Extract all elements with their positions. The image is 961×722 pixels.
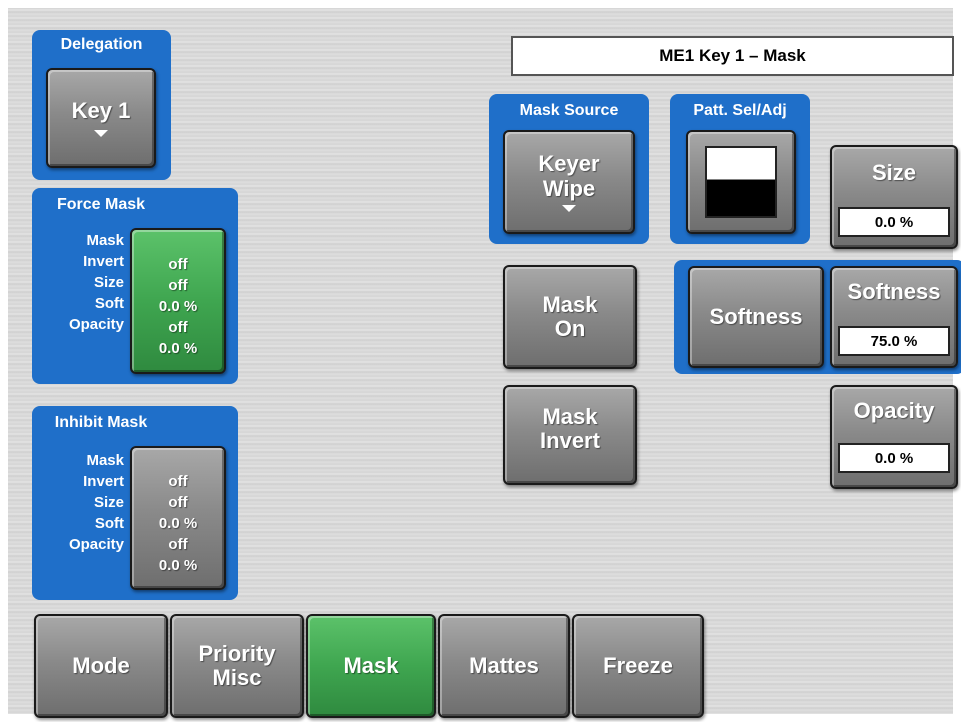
force-mask-label-opacity: Opacity — [68, 316, 124, 333]
mask-source-title: Mask Source — [519, 102, 619, 119]
tab-mask-label: Mask — [343, 652, 399, 678]
dropdown-caret-icon — [562, 204, 576, 212]
tab-priority-misc-line2: Misc — [212, 665, 262, 690]
delegation-key-label: Key 1 — [71, 98, 131, 124]
wipe-pattern-icon — [705, 146, 777, 218]
mask-on-line2: On — [554, 316, 586, 341]
inhibit-mask-label-mask: Mask — [86, 452, 124, 469]
inhibit-mask-button[interactable]: off off 0.0 % off 0.0 % — [130, 446, 226, 590]
inhibit-mask-label-soft: Soft — [94, 515, 124, 532]
force-mask-values: off off 0.0 % off 0.0 % — [159, 254, 197, 359]
mask-source-line2: Wipe — [542, 175, 596, 201]
force-mask-label-soft: Soft — [94, 295, 124, 312]
size-label: Size — [871, 160, 917, 185]
tab-mode[interactable]: Mode — [34, 614, 168, 718]
force-mask-button[interactable]: off off 0.0 % off 0.0 % — [130, 228, 226, 374]
delegation-title: Delegation — [60, 36, 143, 53]
mask-invert-line2: Invert — [540, 428, 600, 454]
inhibit-mask-value-opacity: 0.0 % — [158, 556, 198, 574]
delegation-key-button[interactable]: Key 1 — [46, 68, 156, 168]
size-value: 0.0 % — [838, 207, 950, 237]
softness-toggle-label: Softness — [709, 303, 803, 329]
inhibit-mask-label-opacity: Opacity — [68, 536, 124, 553]
force-mask-value-size: 0.0 % — [158, 297, 198, 315]
tab-priority-misc-line1: Priority — [198, 640, 276, 666]
tab-freeze[interactable]: Freeze — [572, 614, 704, 718]
page-title: ME1 Key 1 – Mask — [511, 36, 954, 76]
mask-source-button[interactable]: Keyer Wipe — [503, 130, 635, 234]
force-mask-labels: Mask Invert Size Soft Opacity — [38, 230, 124, 335]
inhibit-mask-group: Inhibit Mask Mask Invert Size Soft Opaci… — [32, 406, 238, 600]
inhibit-mask-value-size: 0.0 % — [158, 514, 198, 532]
tab-mattes-label: Mattes — [469, 652, 539, 678]
tab-priority-misc[interactable]: Priority Misc — [170, 614, 304, 718]
tab-mattes[interactable]: Mattes — [438, 614, 570, 718]
pattern-select-button[interactable] — [686, 130, 796, 234]
inhibit-mask-value-invert: off — [168, 493, 188, 511]
force-mask-group: Force Mask Mask Invert Size Soft Opacity… — [32, 188, 238, 384]
inhibit-mask-value-mask: off — [168, 472, 188, 490]
pattern-group: Patt. Sel/Adj — [670, 94, 810, 244]
softness-value: 75.0 % — [838, 326, 950, 356]
dropdown-caret-icon — [94, 129, 108, 137]
tab-freeze-label: Freeze — [603, 652, 673, 678]
opacity-value: 0.0 % — [838, 443, 950, 473]
key-mask-panel: ME1 Key 1 – Mask Delegation Key 1 Force … — [0, 0, 961, 722]
force-mask-label-invert: Invert — [83, 253, 124, 270]
force-mask-value-soft: off — [168, 318, 188, 336]
softness-label: Softness — [847, 279, 941, 304]
force-mask-label-size: Size — [93, 274, 124, 291]
mask-source-line1: Keyer — [538, 151, 600, 177]
softness-toggle-button[interactable]: Softness — [688, 266, 824, 368]
softness-group: Softness Softness 75.0 % — [674, 260, 961, 374]
mask-invert-button[interactable]: Mask Invert — [503, 385, 637, 485]
mask-on-button[interactable]: Mask On — [503, 265, 637, 369]
mask-invert-line1: Mask — [542, 404, 598, 429]
tab-mode-label: Mode — [72, 652, 130, 678]
mask-source-group: Mask Source Keyer Wipe — [489, 94, 649, 244]
force-mask-label-mask: Mask — [86, 232, 124, 249]
force-mask-value-invert: off — [168, 276, 188, 294]
inhibit-mask-values: off off 0.0 % off 0.0 % — [159, 471, 197, 576]
inhibit-mask-labels: Mask Invert Size Soft Opacity — [38, 450, 124, 555]
opacity-label: Opacity — [853, 398, 935, 423]
pattern-title: Patt. Sel/Adj — [693, 102, 787, 119]
inhibit-mask-label-invert: Invert — [83, 473, 124, 490]
opacity-button[interactable]: Opacity — [830, 385, 958, 489]
inhibit-mask-label-size: Size — [93, 494, 124, 511]
force-mask-value-opacity: 0.0 % — [158, 339, 198, 357]
inhibit-mask-title: Inhibit Mask — [54, 414, 148, 431]
tab-mask[interactable]: Mask — [306, 614, 436, 718]
delegation-group: Delegation Key 1 — [32, 30, 171, 180]
inhibit-mask-value-soft: off — [168, 535, 188, 553]
mask-on-line1: Mask — [542, 291, 598, 317]
force-mask-title: Force Mask — [56, 196, 146, 213]
force-mask-value-mask: off — [168, 255, 188, 273]
